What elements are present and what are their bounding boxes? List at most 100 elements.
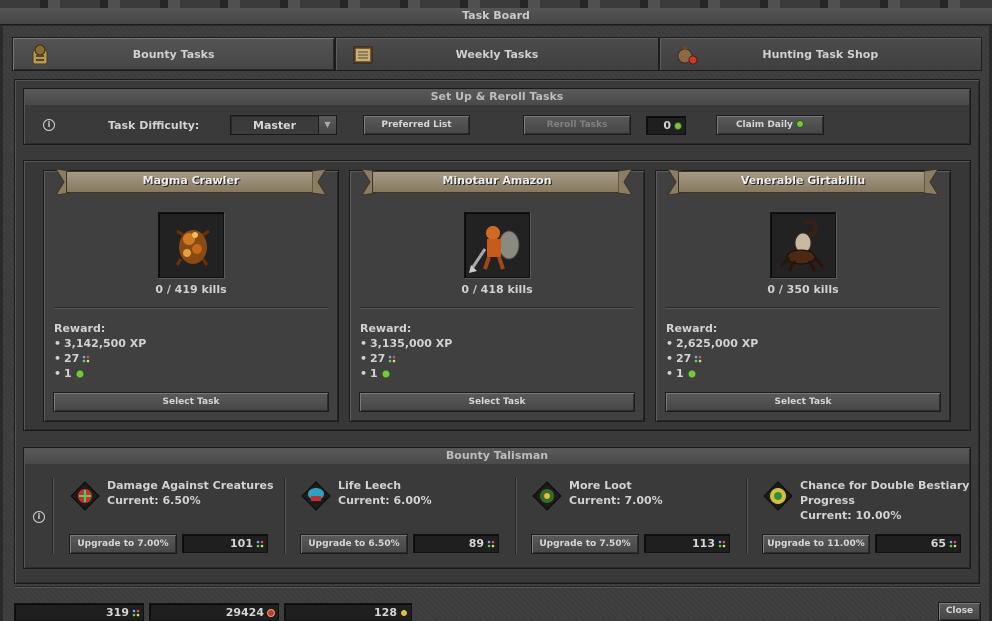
reroll-tasks-button[interactable]: Reroll Tasks [523,115,631,135]
reward-points: • 27 [666,351,758,366]
bounty-point-icon [949,540,957,548]
kill-progress: 0 / 350 kills [767,283,839,296]
bounty-points-value: 319 [106,606,129,619]
setup-heading: Set Up & Reroll Tasks [25,90,969,105]
monster-name: Magma Crawler [142,174,240,187]
reward-points-value: 27 [676,352,692,365]
upgrade-button[interactable]: Upgrade to 11.00% [762,534,870,554]
info-icon[interactable]: i [33,511,45,523]
reward-points-value: 27 [370,352,386,365]
upgrade-cost-value: 65 [930,537,946,550]
reward-tokens: • 1 [360,366,452,381]
upgrade-cost: 113 [644,534,730,553]
reward-label: Reward: [666,322,718,335]
bounty-point-icon [83,355,90,362]
token-icon [674,122,682,130]
bounty-points-balance: 319 [14,603,144,621]
upgrade-button[interactable]: Upgrade to 6.50% [300,534,408,554]
hunting-task-points-value: 29424 [225,606,264,619]
monster-name-banner: Minotaur Amazon [358,165,636,199]
monster-name-banner: Venerable Girtablilu [664,165,942,199]
divider [666,307,940,309]
bounty-point-icon [132,609,140,617]
reward-label: Reward: [54,322,106,335]
minotaur-amazon-sprite [469,226,520,273]
preferred-list-button[interactable]: Preferred List [363,115,470,135]
upgrade-cost-value: 101 [230,537,253,550]
upgrade-cost: 101 [182,534,268,553]
reward-list: Reward: • 2,625,000 XP • 27 • 1 [666,321,758,381]
difficulty-value: Master [253,119,297,132]
monster-portrait [770,212,836,278]
token-icon [75,369,85,378]
bounty-point-icon [695,355,702,362]
bounty-point-icon [256,540,264,548]
talisman-name: Life Leech Current: 6.00% [338,479,432,507]
bounty-point-icon [389,355,396,362]
venerable-girtablilu-sprite [779,220,825,272]
talisman-current: Current: 6.00% [338,494,432,507]
upgrade-cost: 65 [875,534,961,553]
task-card-venerable-girtablilu: Venerable Girtablilu 0 / 350 kills Rewar… [655,168,951,422]
divider [54,307,328,309]
claim-daily-label: Claim Daily [735,120,793,130]
tokens-balance: 128 [284,603,412,621]
divider [360,307,634,309]
tab-label: Bounty Tasks [132,48,215,61]
talisman-current: Current: 6.50% [107,494,201,507]
upgrade-cost-value: 89 [468,537,484,550]
bestiary-talisman-icon [763,481,793,511]
upgrade-button[interactable]: Upgrade to 7.00% [69,534,177,554]
tab-bounty-tasks[interactable]: Bounty Tasks [12,37,336,71]
hunting-task-points-balance: 29424 [149,603,279,621]
reward-label: Reward: [360,322,412,335]
monster-name-banner: Magma Crawler [52,165,330,199]
upgrade-cost: 89 [413,534,499,553]
close-button[interactable]: Close [938,602,981,621]
select-task-button[interactable]: Select Task [665,392,941,412]
select-task-button[interactable]: Select Task [53,392,329,412]
window-title: Task Board [0,8,992,25]
tab-hunting-task-shop[interactable]: Hunting Task Shop [658,37,982,71]
reward-xp: • 2,625,000 XP [666,337,759,350]
tab-label: Hunting Task Shop [762,48,879,61]
reroll-token-count: 0 [646,116,686,135]
talisman-current: Current: 7.00% [569,494,663,507]
divider [52,478,54,554]
reward-xp-value: 3,142,500 XP [64,337,147,350]
setup-reroll-panel: Set Up & Reroll Tasks [23,88,971,145]
talisman-name: Damage Against Creatures Current: 6.50% [107,479,274,507]
life-leech-talisman-icon [301,481,331,511]
tab-weekly-tasks[interactable]: Weekly Tasks [335,37,659,71]
kill-progress: 0 / 419 kills [155,283,227,296]
monster-name: Minotaur Amazon [442,174,552,187]
hunting-task-point-icon [267,609,275,617]
talisman-name: Chance for Double Bestiary Progress Curre… [800,479,970,522]
difficulty-label: Task Difficulty: [108,119,200,132]
reward-xp-value: 2,625,000 XP [676,337,759,350]
talisman-name: More Loot Current: 7.00% [569,479,663,507]
talisman-heading: Bounty Talisman [25,449,969,464]
info-icon[interactable]: i [43,119,55,131]
token-icon [796,120,805,128]
token-icon [401,610,407,616]
reward-points: • 27 [360,351,452,366]
task-card-magma-crawler: Magma Crawler 0 / 419 kills Reward: • 3,… [43,168,339,422]
reward-xp: • 3,135,000 XP [360,337,453,350]
tab-bar: Bounty Tasks Weekly Tasks Hunting Task S… [12,37,982,71]
select-task-button[interactable]: Select Task [359,392,635,412]
monster-portrait [464,212,530,278]
token-icon [687,369,697,378]
reward-xp: • 3,142,500 XP [54,337,147,350]
token-icon [381,369,391,378]
reward-tokens: • 1 [54,366,146,381]
difficulty-dropdown[interactable]: Master ▼ [230,115,337,135]
talisman-current: Current: 10.00% [800,509,902,522]
upgrade-button[interactable]: Upgrade to 7.50% [531,534,639,554]
tab-label: Weekly Tasks [455,48,539,61]
reward-list: Reward: • 3,135,000 XP • 27 • 1 [360,321,452,381]
reward-tokens-value: 1 [676,367,684,380]
reward-tokens-value: 1 [370,367,378,380]
monster-portrait [158,212,224,278]
claim-daily-button[interactable]: Claim Daily [716,115,824,135]
